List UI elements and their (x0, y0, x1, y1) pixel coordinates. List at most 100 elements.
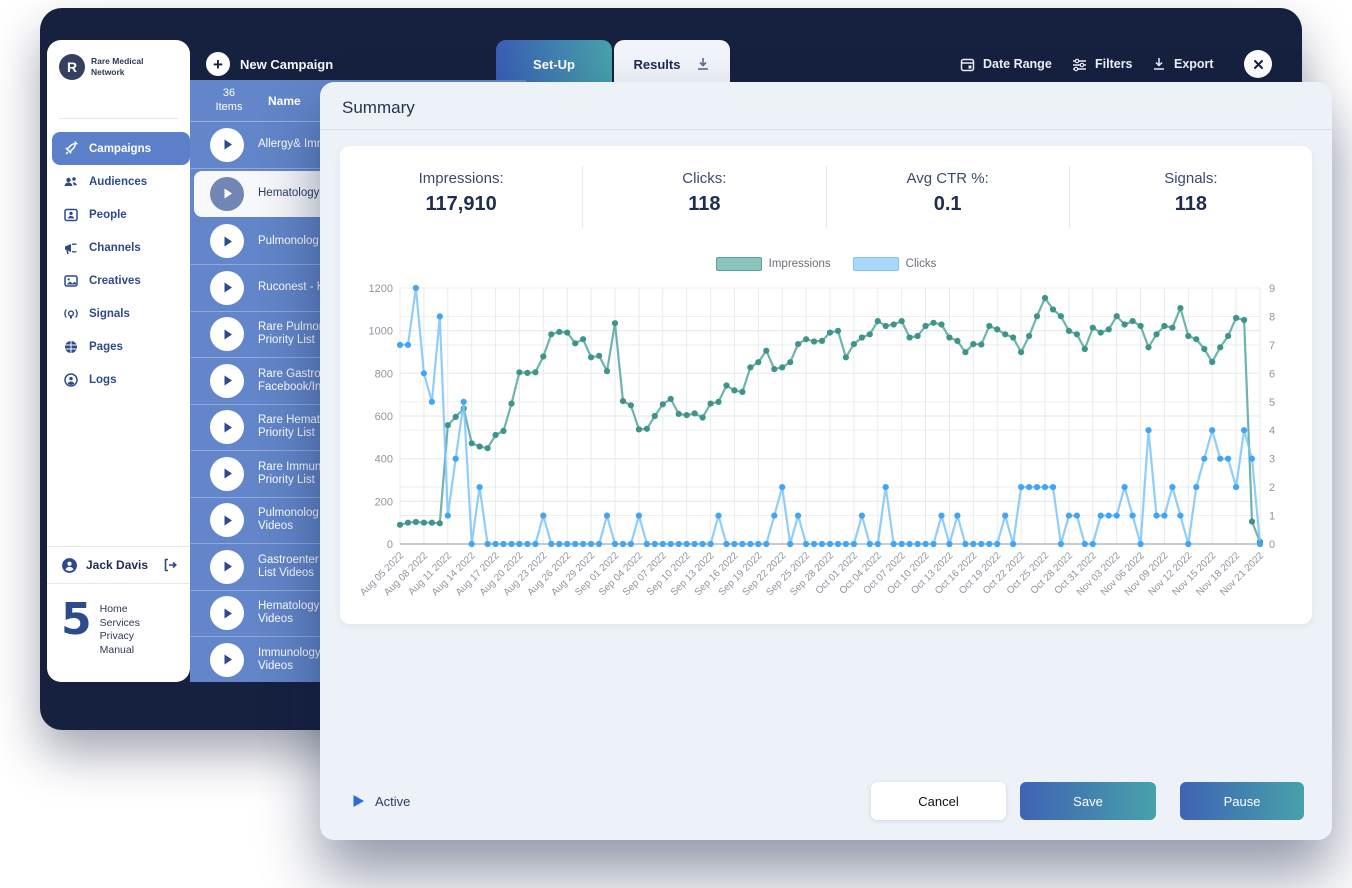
download-icon[interactable] (696, 57, 710, 71)
svg-text:1200: 1200 (369, 283, 393, 295)
svg-text:7: 7 (1269, 340, 1275, 352)
export-label: Export (1174, 57, 1214, 71)
close-icon[interactable] (1244, 50, 1272, 78)
people-group-icon (63, 174, 79, 190)
sidebar-item-campaigns[interactable]: Campaigns (52, 132, 190, 165)
id-card-icon (63, 207, 79, 223)
svg-text:800: 800 (375, 368, 393, 380)
signal-icon (63, 306, 79, 322)
summary-chart-svg: Aug 05 2022Aug 08 2022Aug 11 2022Aug 14 … (352, 278, 1300, 614)
summary-card: Impressions: 117,910 Clicks: 118 Avg CTR… (340, 146, 1312, 624)
play-icon[interactable] (210, 410, 244, 444)
sidebar: R Rare Medical Network Campaigns Audienc… (47, 40, 190, 682)
svg-text:4: 4 (1269, 425, 1275, 437)
filters-button[interactable]: Filters (1072, 40, 1133, 88)
megaphone-icon (63, 240, 79, 256)
legend-clicks: Clicks (853, 257, 937, 271)
play-icon[interactable] (210, 550, 244, 584)
sidebar-footer: 5 Home Services Privacy Manual (61, 600, 140, 656)
impressions-swatch (716, 257, 762, 271)
play-icon[interactable] (210, 317, 244, 351)
stat-signals: Signals: 118 (1069, 166, 1312, 228)
pause-button[interactable]: Pause (1180, 782, 1304, 820)
legend-clicks-label: Clicks (906, 258, 937, 270)
date-range-button[interactable]: Date Range (960, 40, 1052, 88)
play-icon[interactable] (210, 128, 244, 162)
summary-chart: Impressions Clicks Aug 05 2022Aug 08 202… (352, 254, 1300, 616)
chart-legend: Impressions Clicks (352, 254, 1300, 274)
play-icon[interactable] (210, 364, 244, 398)
sidebar-item-signals[interactable]: Signals (47, 297, 190, 330)
summary-modal: Summary Impressions: 117,910 Clicks: 118… (320, 82, 1332, 840)
footer-link-home[interactable]: Home (100, 603, 140, 616)
svg-text:3: 3 (1269, 454, 1275, 466)
tab-setup-label: Set-Up (533, 57, 575, 72)
export-button[interactable]: Export (1152, 40, 1214, 88)
play-icon[interactable] (210, 177, 244, 211)
campaign-row-label: Rare Gastro Facebook/In (258, 368, 321, 394)
legend-impressions: Impressions (716, 257, 831, 271)
sidebar-item-label: People (89, 209, 127, 221)
globe-icon (63, 339, 79, 355)
sidebar-item-label: Signals (89, 308, 130, 320)
play-icon[interactable] (210, 457, 244, 491)
footer-link-services[interactable]: Services (100, 617, 140, 630)
clicks-swatch (853, 257, 899, 271)
footer-link-privacy[interactable]: Privacy (100, 630, 140, 643)
tab-results[interactable]: Results (614, 40, 730, 88)
svg-text:600: 600 (375, 411, 393, 423)
campaign-row-label: Rare Pulmon Priority List (258, 321, 325, 347)
cancel-button[interactable]: Cancel (871, 782, 1006, 820)
logout-icon[interactable] (162, 557, 178, 573)
sidebar-item-label: Channels (89, 242, 141, 254)
stat-clicks: Clicks: 118 (582, 166, 825, 228)
campaign-row-label: Gastroenter List Videos (258, 554, 319, 580)
user-row[interactable]: Jack Davis (47, 546, 190, 584)
five-logo: 5 (61, 600, 90, 640)
brand-icon: R (59, 54, 85, 80)
play-icon[interactable] (210, 224, 244, 258)
sidebar-item-audiences[interactable]: Audiences (47, 165, 190, 198)
image-icon (63, 273, 79, 289)
modal-title: Summary (342, 98, 415, 118)
legend-impressions-label: Impressions (769, 258, 831, 270)
svg-text:8: 8 (1269, 311, 1275, 323)
campaign-row-label: Pulmonolog (258, 235, 319, 248)
svg-text:1: 1 (1269, 511, 1275, 523)
play-icon[interactable] (210, 643, 244, 677)
svg-text:0: 0 (1269, 539, 1275, 551)
rocket-icon (63, 141, 79, 157)
user-icon (61, 557, 78, 574)
campaign-row-label: Hematology (258, 187, 319, 200)
sidebar-item-logs[interactable]: Logs (47, 363, 190, 396)
name-column-header: Name (268, 94, 301, 108)
stat-impressions: Impressions: 117,910 (340, 166, 582, 228)
date-range-label: Date Range (983, 57, 1052, 71)
play-status-icon (352, 794, 365, 808)
svg-text:1000: 1000 (369, 326, 393, 338)
sidebar-item-pages[interactable]: Pages (47, 330, 190, 363)
user-circle-icon (63, 372, 79, 388)
status-label: Active (375, 794, 410, 809)
campaign-row-label: Hematology Videos (258, 600, 319, 626)
sidebar-item-channels[interactable]: Channels (47, 231, 190, 264)
stat-avg-ctr: Avg CTR %: 0.1 (826, 166, 1069, 228)
campaign-row-label: Immunology Videos (258, 647, 321, 673)
brand-name: Rare Medical Network (91, 56, 175, 77)
export-icon (1152, 57, 1166, 71)
play-icon[interactable] (210, 271, 244, 305)
svg-text:9: 9 (1269, 283, 1275, 295)
sidebar-item-label: Audiences (89, 176, 147, 188)
divider (59, 118, 178, 119)
plus-icon: + (206, 52, 230, 76)
footer-link-manual[interactable]: Manual (100, 644, 140, 657)
campaign-row-label: Ruconest - H (258, 281, 325, 294)
save-button[interactable]: Save (1020, 782, 1156, 820)
sidebar-item-people[interactable]: People (47, 198, 190, 231)
play-icon[interactable] (210, 503, 244, 537)
svg-text:5: 5 (1269, 397, 1275, 409)
play-icon[interactable] (210, 596, 244, 630)
sidebar-item-creatives[interactable]: Creatives (47, 264, 190, 297)
modal-footer: Active Cancel Save Pause (352, 782, 1304, 820)
filters-icon (1072, 57, 1087, 72)
